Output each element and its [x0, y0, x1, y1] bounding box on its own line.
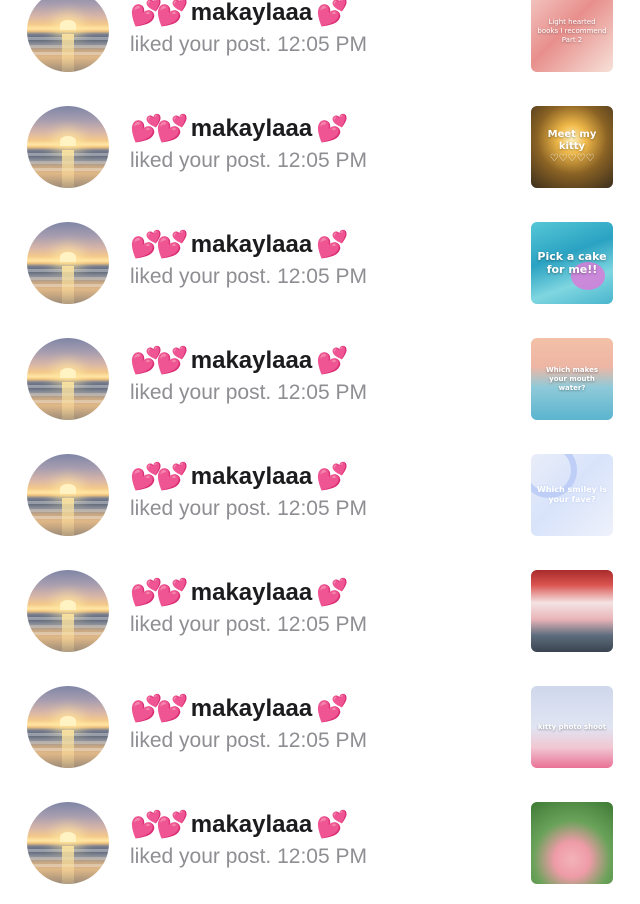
username-line[interactable]: 💕💕 makaylaaa 💕: [130, 690, 349, 724]
notification-row[interactable]: 💕💕 makaylaaa 💕 liked your post. 12:05 PM…: [0, 440, 640, 556]
hearts-emoji-icon: 💕💕: [130, 578, 189, 608]
action-text: liked your post.: [130, 381, 272, 404]
thumbnail-caption: Light hearted books I recommend Part 2: [537, 17, 607, 44]
timestamp: 12:05 PM: [277, 265, 367, 288]
timestamp: 12:05 PM: [277, 381, 367, 404]
hearts-emoji-icon: 💕: [316, 0, 348, 28]
notification-row[interactable]: 💕💕 makaylaaa 💕 liked your post. 12:05 PM…: [0, 672, 640, 788]
hearts-emoji-icon: 💕: [316, 230, 348, 260]
post-thumbnail[interactable]: Meet my kitty ♡♡♡♡♡: [531, 106, 613, 188]
hearts-emoji-icon: 💕💕: [130, 810, 189, 840]
hearts-emoji-icon: 💕💕: [130, 230, 189, 260]
notification-row[interactable]: 💕💕 makaylaaa 💕 liked your post. 12:05 PM…: [0, 208, 640, 324]
post-thumbnail[interactable]: kitty photo shoot: [531, 686, 613, 768]
hearts-emoji-icon: 💕: [316, 346, 348, 376]
username[interactable]: makaylaaa: [191, 810, 312, 840]
post-thumbnail[interactable]: Which smiley is your fave?: [531, 454, 613, 536]
activity-list: 💕💕 makaylaaa 💕 liked your post. 12:05 PM…: [0, 0, 640, 904]
post-thumbnail[interactable]: Which makes your mouth water?: [531, 338, 613, 420]
action-text: liked your post.: [130, 613, 272, 636]
username[interactable]: makaylaaa: [191, 578, 312, 608]
timestamp: 12:05 PM: [277, 497, 367, 520]
hearts-emoji-icon: 💕: [316, 114, 348, 144]
action-text: liked your post.: [130, 729, 272, 752]
action-text: liked your post.: [130, 149, 272, 172]
username-line[interactable]: 💕💕 makaylaaa 💕: [130, 574, 349, 608]
username[interactable]: makaylaaa: [191, 230, 312, 260]
username[interactable]: makaylaaa: [191, 0, 312, 28]
hearts-emoji-icon: 💕💕: [130, 462, 189, 492]
notification-row[interactable]: 💕💕 makaylaaa 💕 liked your post. 12:05 PM…: [0, 324, 640, 440]
avatar[interactable]: [27, 686, 109, 768]
username-line[interactable]: 💕💕 makaylaaa 💕: [130, 342, 349, 376]
timestamp: 12:05 PM: [277, 729, 367, 752]
timestamp: 12:05 PM: [277, 149, 367, 172]
username[interactable]: makaylaaa: [191, 462, 312, 492]
username[interactable]: makaylaaa: [191, 694, 312, 724]
activity-text: liked your post. 12:05 PM: [130, 728, 367, 754]
action-text: liked your post.: [130, 33, 272, 56]
username[interactable]: makaylaaa: [191, 114, 312, 144]
activity-text: liked your post. 12:05 PM: [130, 496, 367, 522]
post-thumbnail[interactable]: Pick a cake for me!!: [531, 222, 613, 304]
timestamp: 12:05 PM: [277, 613, 367, 636]
notification-row[interactable]: 💕💕 makaylaaa 💕 liked your post. 12:05 PM: [0, 788, 640, 904]
username-line[interactable]: 💕💕 makaylaaa 💕: [130, 0, 349, 28]
hearts-emoji-icon: 💕💕: [130, 694, 189, 724]
thumbnail-caption: Which smiley is your fave?: [537, 485, 607, 504]
post-thumbnail[interactable]: [531, 570, 613, 652]
action-text: liked your post.: [130, 265, 272, 288]
post-thumbnail[interactable]: [531, 802, 613, 884]
activity-text: liked your post. 12:05 PM: [130, 32, 367, 58]
post-thumbnail[interactable]: Light hearted books I recommend Part 2: [531, 0, 613, 72]
avatar[interactable]: [27, 454, 109, 536]
avatar[interactable]: [27, 106, 109, 188]
hearts-emoji-icon: 💕💕: [130, 0, 189, 28]
thumbnail-caption: Which makes your mouth water?: [545, 365, 599, 392]
avatar[interactable]: [27, 570, 109, 652]
action-text: liked your post.: [130, 845, 272, 868]
username-line[interactable]: 💕💕 makaylaaa 💕: [130, 226, 349, 260]
avatar[interactable]: [27, 0, 109, 72]
avatar[interactable]: [27, 338, 109, 420]
hearts-emoji-icon: 💕: [316, 578, 348, 608]
thumbnail-caption: Pick a cake for me!!: [537, 250, 607, 276]
thumbnail-caption: Meet my kitty ♡♡♡♡♡: [547, 129, 597, 164]
activity-text: liked your post. 12:05 PM: [130, 264, 367, 290]
hearts-emoji-icon: 💕: [316, 462, 348, 492]
notification-row[interactable]: 💕💕 makaylaaa 💕 liked your post. 12:05 PM…: [0, 0, 640, 92]
action-text: liked your post.: [130, 497, 272, 520]
thumbnail-caption: kitty photo shoot: [537, 722, 607, 731]
hearts-emoji-icon: 💕💕: [130, 114, 189, 144]
hearts-emoji-icon: 💕💕: [130, 346, 189, 376]
notification-row[interactable]: 💕💕 makaylaaa 💕 liked your post. 12:05 PM…: [0, 92, 640, 208]
avatar[interactable]: [27, 222, 109, 304]
activity-text: liked your post. 12:05 PM: [130, 612, 367, 638]
hearts-emoji-icon: 💕: [316, 694, 348, 724]
username[interactable]: makaylaaa: [191, 346, 312, 376]
notification-row[interactable]: 💕💕 makaylaaa 💕 liked your post. 12:05 PM: [0, 556, 640, 672]
username-line[interactable]: 💕💕 makaylaaa 💕: [130, 110, 349, 144]
username-line[interactable]: 💕💕 makaylaaa 💕: [130, 458, 349, 492]
activity-text: liked your post. 12:05 PM: [130, 380, 367, 406]
timestamp: 12:05 PM: [277, 33, 367, 56]
hearts-emoji-icon: 💕: [316, 810, 348, 840]
avatar[interactable]: [27, 802, 109, 884]
activity-text: liked your post. 12:05 PM: [130, 148, 367, 174]
username-line[interactable]: 💕💕 makaylaaa 💕: [130, 806, 349, 840]
activity-text: liked your post. 12:05 PM: [130, 844, 367, 870]
timestamp: 12:05 PM: [277, 845, 367, 868]
